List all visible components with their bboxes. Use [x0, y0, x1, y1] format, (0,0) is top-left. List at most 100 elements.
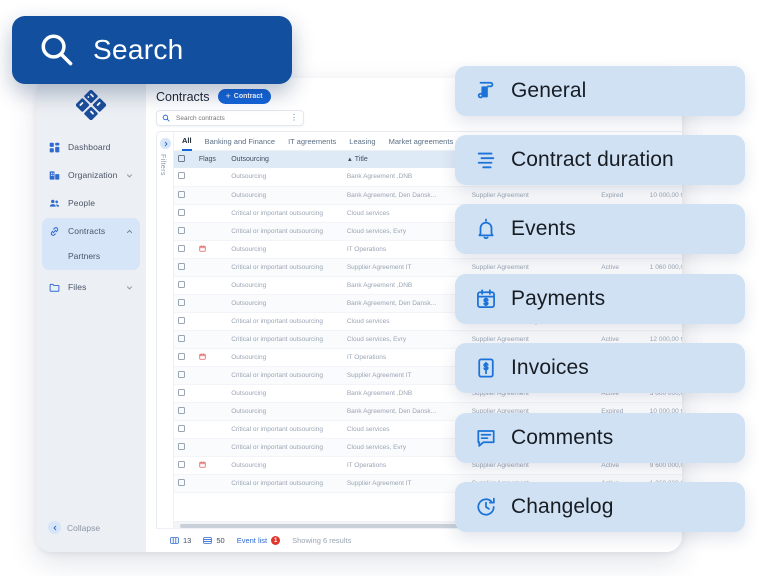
- column-title[interactable]: ▲ Title: [342, 151, 468, 168]
- sidebar-item-contracts[interactable]: Contracts: [42, 218, 140, 244]
- tab-market-agreements[interactable]: Market agreements: [389, 132, 454, 151]
- row-checkbox[interactable]: [178, 280, 185, 288]
- row-title[interactable]: Cloud services, Evry: [342, 222, 468, 241]
- row-checkbox[interactable]: [178, 298, 185, 306]
- row-checkbox[interactable]: [178, 190, 185, 198]
- row-checkbox[interactable]: [178, 352, 185, 360]
- row-checkbox-cell[interactable]: [174, 258, 195, 277]
- card-contract-duration[interactable]: Contract duration: [455, 135, 745, 185]
- row-checkbox[interactable]: [178, 442, 185, 450]
- card-invoices[interactable]: Invoices: [455, 343, 745, 393]
- row-checkbox-cell[interactable]: [174, 438, 195, 457]
- row-checkbox[interactable]: [178, 316, 185, 324]
- card-payments[interactable]: Payments: [455, 274, 745, 324]
- tab-all[interactable]: All: [182, 132, 192, 151]
- select-all-checkbox[interactable]: [178, 155, 185, 162]
- search-callout[interactable]: Search: [12, 16, 292, 84]
- column-outsourcing[interactable]: Outsourcing: [227, 151, 343, 168]
- row-title[interactable]: Bank Agreement ,DNB: [342, 168, 468, 187]
- row-checkbox[interactable]: [178, 370, 185, 378]
- row-title[interactable]: IT Operations: [342, 456, 468, 475]
- row-outsourcing: Outsourcing: [227, 168, 343, 187]
- row-checkbox[interactable]: [178, 244, 185, 252]
- add-contract-button[interactable]: + Contract: [217, 89, 271, 104]
- row-title[interactable]: Bank Agreement, Den Dansk...: [342, 294, 468, 313]
- row-title[interactable]: Cloud services, Evry: [342, 438, 468, 457]
- row-checkbox[interactable]: [178, 226, 185, 234]
- row-title[interactable]: Bank Agreement ,DNB: [342, 276, 468, 295]
- tab-leasing[interactable]: Leasing: [349, 132, 375, 151]
- select-all-cell[interactable]: [174, 151, 195, 168]
- card-comments[interactable]: Comments: [455, 413, 745, 463]
- sidebar-item-label: Contracts: [68, 226, 106, 236]
- sidebar-item-people[interactable]: People: [42, 190, 140, 216]
- collapse-sidebar-button[interactable]: Collapse: [36, 521, 146, 534]
- row-checkbox-cell[interactable]: [174, 384, 195, 403]
- event-list-button[interactable]: Event list 1: [237, 536, 281, 545]
- row-checkbox-cell[interactable]: [174, 456, 195, 475]
- row-checkbox-cell[interactable]: [174, 222, 195, 241]
- table-row[interactable]: OutsourcingBank Agreement, Den Dansk...S…: [174, 186, 682, 205]
- row-title[interactable]: Cloud services: [342, 312, 468, 331]
- rows-toggle[interactable]: 50: [203, 536, 225, 545]
- row-checkbox[interactable]: [178, 208, 185, 216]
- row-checkbox-cell[interactable]: [174, 402, 195, 421]
- sidebar-subitem-label: Partners: [68, 251, 101, 261]
- row-checkbox-cell[interactable]: [174, 348, 195, 367]
- row-checkbox[interactable]: [178, 262, 185, 270]
- row-title[interactable]: Supplier Agreement IT: [342, 258, 468, 277]
- row-title[interactable]: IT Operations: [342, 240, 468, 259]
- row-checkbox-cell[interactable]: [174, 168, 195, 187]
- more-options-icon[interactable]: ⋮: [290, 114, 298, 122]
- search-input[interactable]: [174, 113, 286, 123]
- sidebar-item-files[interactable]: Files: [42, 274, 140, 300]
- row-checkbox[interactable]: [178, 478, 185, 486]
- invoice-icon: [475, 357, 497, 379]
- column-flags[interactable]: Flags: [194, 151, 228, 168]
- calendar-flag-icon: [199, 461, 206, 468]
- tab-banking-and-finance[interactable]: Banking and Finance: [205, 132, 275, 151]
- tab-it-agreements[interactable]: IT agreements: [288, 132, 336, 151]
- row-checkbox-cell[interactable]: [174, 204, 195, 223]
- row-title[interactable]: Supplier Agreement IT: [342, 474, 468, 493]
- row-checkbox-cell[interactable]: [174, 312, 195, 331]
- scrollbar-thumb[interactable]: [180, 523, 480, 528]
- card-general[interactable]: General: [455, 66, 745, 116]
- row-flag-cell: [194, 330, 228, 349]
- row-title[interactable]: Supplier Agreement IT: [342, 366, 468, 385]
- sidebar-item-organization[interactable]: Organization: [42, 162, 140, 188]
- columns-toggle[interactable]: 13: [170, 536, 191, 545]
- card-events[interactable]: Events: [455, 204, 745, 254]
- row-checkbox[interactable]: [178, 334, 185, 342]
- row-checkbox-cell[interactable]: [174, 330, 195, 349]
- row-title[interactable]: Bank Agreement, Den Dansk...: [342, 186, 468, 205]
- row-checkbox-cell[interactable]: [174, 276, 195, 295]
- search-contracts-box[interactable]: ⋮: [156, 110, 304, 126]
- row-outsourcing: Outsourcing: [227, 294, 343, 313]
- row-title[interactable]: Cloud services: [342, 204, 468, 223]
- row-checkbox[interactable]: [178, 388, 185, 396]
- card-label: Events: [511, 217, 576, 240]
- sidebar-item-partners[interactable]: Partners: [42, 244, 140, 268]
- row-checkbox-cell[interactable]: [174, 240, 195, 259]
- row-checkbox-cell[interactable]: [174, 294, 195, 313]
- row-checkbox[interactable]: [178, 424, 185, 432]
- row-title[interactable]: Bank Agreement ,DNB: [342, 384, 468, 403]
- row-title[interactable]: Cloud services: [342, 420, 468, 439]
- row-checkbox-cell[interactable]: [174, 474, 195, 493]
- row-title[interactable]: IT Operations: [342, 348, 468, 367]
- card-changelog[interactable]: Changelog: [455, 482, 745, 532]
- row-checkbox[interactable]: [178, 460, 185, 468]
- row-checkbox-cell[interactable]: [174, 366, 195, 385]
- row-title[interactable]: Bank Agreement, Den Dansk...: [342, 402, 468, 421]
- calendar-money-icon: [475, 288, 497, 310]
- row-checkbox-cell[interactable]: [174, 420, 195, 439]
- expand-filters-button[interactable]: [160, 138, 171, 149]
- row-checkbox-cell[interactable]: [174, 186, 195, 205]
- row-checkbox[interactable]: [178, 172, 185, 180]
- row-title[interactable]: Cloud services, Evry: [342, 330, 468, 349]
- search-icon: [162, 114, 170, 122]
- card-label: Contract duration: [511, 148, 674, 171]
- row-checkbox[interactable]: [178, 406, 185, 414]
- sidebar-item-dashboard[interactable]: Dashboard: [42, 134, 140, 160]
